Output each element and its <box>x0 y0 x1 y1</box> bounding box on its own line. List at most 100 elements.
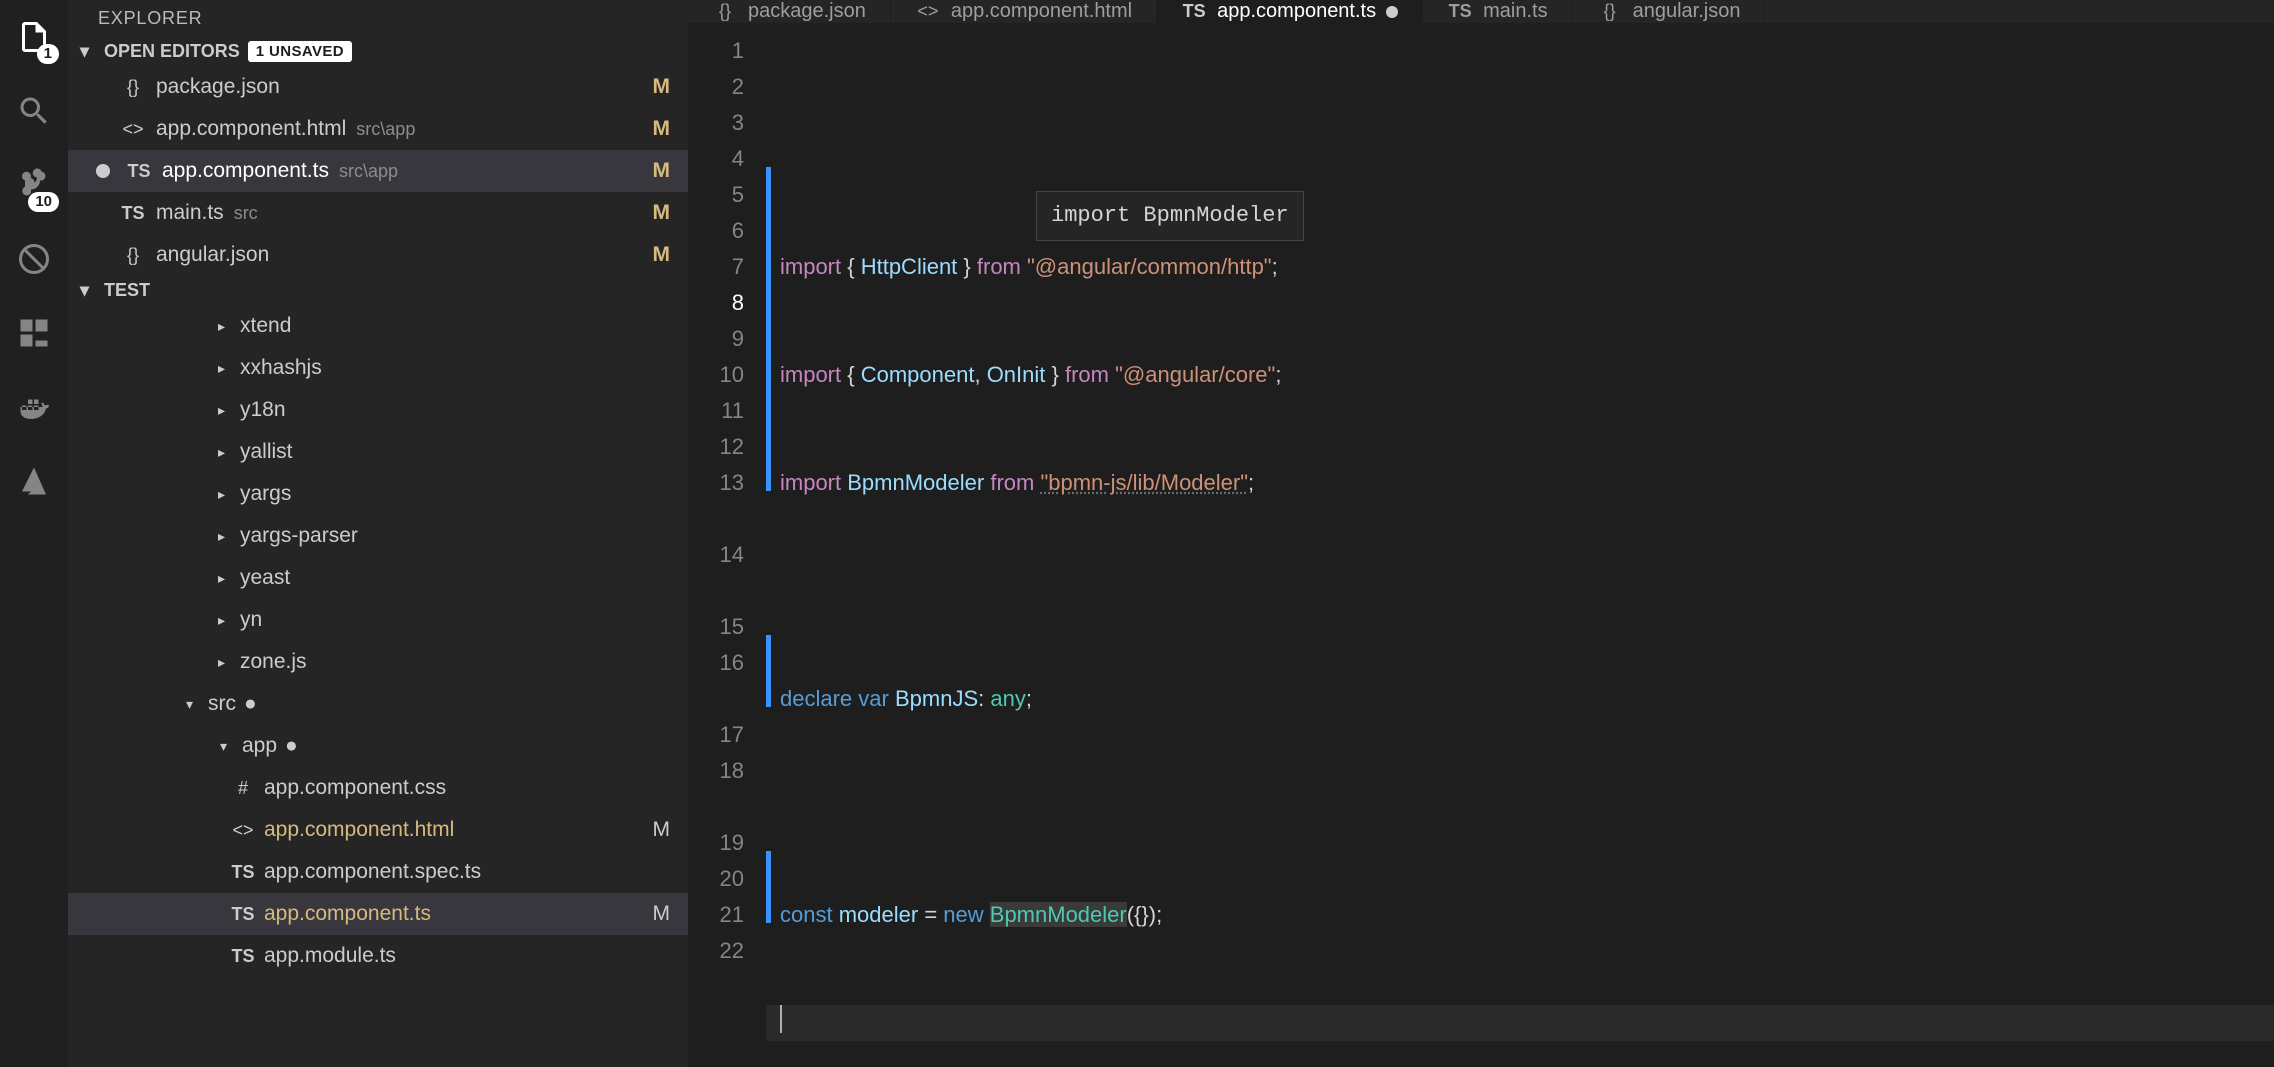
ref-gutter <box>688 789 766 825</box>
tab-app-component-ts[interactable]: TSapp.component.ts <box>1157 0 1423 23</box>
sidebar-title: EXPLORER <box>68 0 688 37</box>
json-icon: {} <box>1597 1 1623 22</box>
chevron-right-icon: ▸ <box>218 318 232 335</box>
modified-indicator: M <box>653 243 671 267</box>
folder-name: zone.js <box>240 650 307 674</box>
tab-label: angular.json <box>1633 0 1741 23</box>
line-number: 8 <box>688 285 766 321</box>
line-number: 3 <box>688 105 766 141</box>
file-name: app.component.ts <box>162 159 329 183</box>
open-editors-list: {} package.json M <> app.component.html … <box>68 66 688 276</box>
folder-item[interactable]: ▸xtend <box>68 305 688 347</box>
line-number: 4 <box>688 141 766 177</box>
line-number: 16 <box>688 645 766 681</box>
open-editor-item[interactable]: {} package.json M <box>68 66 688 108</box>
line-number: 12 <box>688 429 766 465</box>
activity-files[interactable]: 1 <box>11 14 57 60</box>
folder-name: yargs <box>240 482 291 506</box>
file-path: src <box>234 203 258 224</box>
folder-item[interactable]: ▸yargs <box>68 473 688 515</box>
line-number: 2 <box>688 69 766 105</box>
dirty-indicator <box>1386 6 1398 18</box>
folder-src[interactable]: ▾src● <box>68 683 688 725</box>
status-dot: ● <box>285 734 298 758</box>
file-item[interactable]: TSapp.component.tsM <box>68 893 688 935</box>
ref-gutter <box>688 501 766 537</box>
tab-angular-json[interactable]: {} angular.json <box>1573 0 1766 23</box>
tab-label: app.component.html <box>951 0 1132 23</box>
status-dot: ● <box>244 692 257 716</box>
line-number: 11 <box>688 393 766 429</box>
line-number: 9 <box>688 321 766 357</box>
tab-main-ts[interactable]: TSmain.ts <box>1423 0 1572 23</box>
file-name: app.component.html <box>156 117 346 141</box>
file-name: main.ts <box>156 201 224 225</box>
chevron-right-icon: ▸ <box>218 402 232 419</box>
extensions-icon <box>16 315 52 351</box>
file-name: angular.json <box>156 243 269 267</box>
activity-docker[interactable] <box>11 384 57 430</box>
tab-app-component-html[interactable]: <>app.component.html <box>891 0 1157 23</box>
code-line: declare var BpmnJS: any; <box>766 681 2274 717</box>
activity-debug[interactable] <box>11 236 57 282</box>
folder-item[interactable]: ▸yargs-parser <box>68 515 688 557</box>
chevron-right-icon: ▸ <box>218 360 232 377</box>
file-tree: ▸xtend ▸xxhashjs ▸y18n ▸yallist ▸yargs ▸… <box>68 305 688 977</box>
folder-item[interactable]: ▸xxhashjs <box>68 347 688 389</box>
html-icon: <> <box>120 119 146 140</box>
modified-indicator: M <box>653 201 671 225</box>
folder-item[interactable]: ▸yallist <box>68 431 688 473</box>
line-number: 7 <box>688 249 766 285</box>
line-number: 17 <box>688 717 766 753</box>
line-gutter: 1 2 3 4 5 6 7 8 9 10 11 12 13 14 15 16 1… <box>688 23 766 1067</box>
file-path: src\app <box>339 161 398 182</box>
open-editor-item[interactable]: {} angular.json M <box>68 234 688 276</box>
folder-app[interactable]: ▾app● <box>68 725 688 767</box>
tab-bar: {}package.json <>app.component.html TSap… <box>688 0 2274 23</box>
folder-item[interactable]: ▸ y18n <box>68 389 688 431</box>
code-line: import { HttpClient } from "@angular/com… <box>766 249 2274 285</box>
file-item[interactable]: <>app.component.htmlM <box>68 809 688 851</box>
folder-item[interactable]: ▸yeast <box>68 557 688 599</box>
activity-bar: 1 10 <box>0 0 68 1067</box>
line-number: 1 <box>688 33 766 69</box>
file-name: app.component.ts <box>264 902 431 926</box>
open-editor-item[interactable]: TS app.component.ts src\app M <box>68 150 688 192</box>
project-header[interactable]: ▾ TEST <box>68 276 688 305</box>
activity-search[interactable] <box>11 88 57 134</box>
folder-item[interactable]: ▸ zone.js <box>68 641 688 683</box>
open-editors-header[interactable]: ▾ OPEN EDITORS 1 UNSAVED <box>68 37 688 66</box>
ts-icon: TS <box>120 203 146 224</box>
chevron-right-icon: ▸ <box>218 570 232 587</box>
line-number: 21 <box>688 897 766 933</box>
file-item[interactable]: #app.component.css <box>68 767 688 809</box>
code-editor[interactable]: import { HttpClient } from "@angular/com… <box>766 23 2274 1067</box>
chevron-right-icon: ▸ <box>218 654 232 671</box>
ts-icon: TS <box>1181 1 1207 22</box>
json-icon: {} <box>712 1 738 22</box>
activity-extensions[interactable] <box>11 310 57 356</box>
line-number: 18 <box>688 753 766 789</box>
line-number: 15 <box>688 609 766 645</box>
folder-item[interactable]: ▸yn <box>68 599 688 641</box>
editor-area: {}package.json <>app.component.html TSap… <box>688 0 2274 1067</box>
docker-icon <box>16 389 52 425</box>
chevron-right-icon: ▸ <box>218 444 232 461</box>
azure-icon <box>16 463 52 499</box>
tab-package-json[interactable]: {}package.json <box>688 0 891 23</box>
folder-name: src <box>208 692 236 716</box>
activity-azure[interactable] <box>11 458 57 504</box>
file-item[interactable]: TSapp.component.spec.ts <box>68 851 688 893</box>
code-line: import BpmnModeler from "bpmn-js/lib/Mod… <box>766 465 2274 501</box>
unsaved-pill: 1 UNSAVED <box>248 41 352 62</box>
ts-icon: TS <box>1447 1 1473 22</box>
folder-name: y18n <box>240 398 286 422</box>
code-line: const modeler = new BpmnModeler({}); <box>766 897 2274 933</box>
code-line <box>766 573 2274 609</box>
code-line: import { Component, OnInit } from "@angu… <box>766 357 2274 393</box>
file-item[interactable]: TSapp.module.ts <box>68 935 688 977</box>
activity-scm[interactable]: 10 <box>11 162 57 208</box>
open-editor-item[interactable]: <> app.component.html src\app M <box>68 108 688 150</box>
ref-gutter <box>688 681 766 717</box>
open-editor-item[interactable]: TS main.ts src M <box>68 192 688 234</box>
